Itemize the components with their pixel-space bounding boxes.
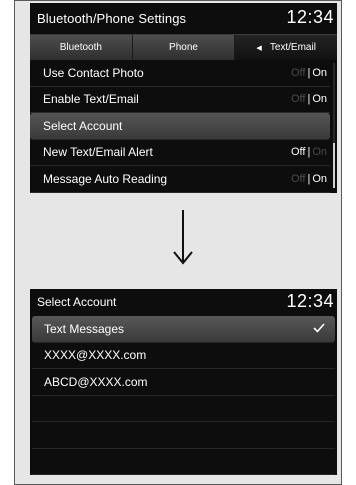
setting-label: Select Account bbox=[43, 118, 123, 133]
toggle-value: Off | On bbox=[290, 146, 327, 159]
empty-list-row bbox=[32, 422, 335, 449]
tab-label: Text/Email bbox=[269, 42, 316, 53]
setting-label: Use Contact Photo bbox=[43, 65, 144, 80]
tab-bar: Bluetooth Phone ◀ Text/Email bbox=[30, 34, 337, 60]
tab-label: Bluetooth bbox=[59, 42, 102, 53]
setting-label: New Text/Email Alert bbox=[43, 145, 153, 160]
setting-message-auto-reading[interactable]: Message Auto Reading Off | On bbox=[30, 166, 330, 193]
account-list: Text Messages XXXX@XXXX.com ABCD@XXXX.co… bbox=[32, 316, 335, 475]
tab-text-email[interactable]: ◀ Text/Email bbox=[235, 35, 337, 60]
toggle-value: Off | On bbox=[290, 93, 327, 106]
account-item[interactable]: XXXX@XXXX.com bbox=[32, 343, 335, 369]
toggle-value: Off | On bbox=[290, 66, 327, 79]
empty-list-row bbox=[32, 449, 335, 475]
scrollbar-thumb[interactable] bbox=[333, 143, 335, 188]
account-label: XXXX@XXXX.com bbox=[44, 348, 147, 363]
toggle-value: Off | On bbox=[290, 172, 327, 185]
clock: 12:34 bbox=[286, 7, 334, 27]
arrow-down-icon bbox=[173, 210, 193, 265]
screen-title: Select Account bbox=[37, 295, 117, 309]
account-label: ABCD@XXXX.com bbox=[44, 374, 148, 389]
select-account-screen: Select Account 12:34 Text Messages XXXX@… bbox=[30, 289, 337, 475]
clock: 12:34 bbox=[286, 291, 334, 311]
setting-new-text-email-alert[interactable]: New Text/Email Alert Off | On bbox=[30, 140, 330, 166]
screen-header: Bluetooth/Phone Settings 12:34 bbox=[30, 3, 337, 34]
tab-phone[interactable]: Phone bbox=[132, 35, 236, 60]
settings-list: Use Contact Photo Off | On Enable Text/Ema… bbox=[30, 60, 330, 193]
setting-use-contact-photo[interactable]: Use Contact Photo Off | On bbox=[30, 60, 330, 87]
account-label: Text Messages bbox=[44, 321, 125, 336]
setting-label: Message Auto Reading bbox=[43, 171, 168, 186]
bluetooth-phone-settings-screen: Bluetooth/Phone Settings 12:34 Bluetooth… bbox=[30, 3, 337, 193]
triangle-left-icon: ◀ bbox=[256, 44, 262, 52]
setting-enable-text-email[interactable]: Enable Text/Email Off | On bbox=[30, 87, 330, 113]
tab-bluetooth[interactable]: Bluetooth bbox=[30, 35, 133, 60]
setting-select-account[interactable]: Select Account bbox=[30, 113, 330, 140]
account-item-text-messages[interactable]: Text Messages bbox=[32, 316, 335, 343]
empty-list-row bbox=[32, 396, 335, 422]
setting-label: Enable Text/Email bbox=[43, 92, 139, 107]
tab-label: Phone bbox=[169, 42, 198, 53]
scrollbar[interactable] bbox=[333, 63, 335, 188]
screen-title: Bluetooth/Phone Settings bbox=[37, 11, 187, 26]
checkmark-icon bbox=[313, 323, 325, 333]
account-item[interactable]: ABCD@XXXX.com bbox=[32, 369, 335, 396]
